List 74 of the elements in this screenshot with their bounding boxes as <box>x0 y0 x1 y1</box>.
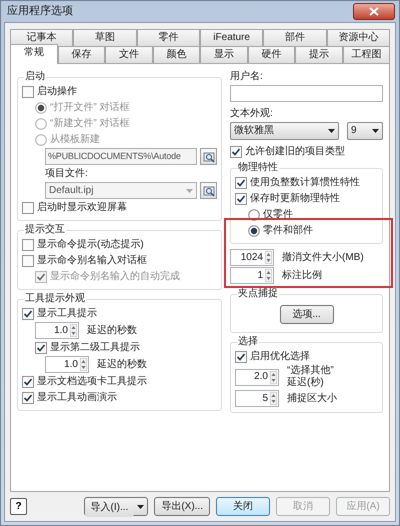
radio-button[interactable]: 零件和部件 <box>248 223 378 238</box>
tab[interactable]: 颜色 <box>152 46 200 63</box>
checkbox[interactable]: 显示文档选项卡工具提示 <box>22 374 217 389</box>
field-label: 项目文件: <box>45 166 89 180</box>
field-label: 文本外观: <box>230 106 274 120</box>
search-icon <box>202 150 214 162</box>
checkbox[interactable]: 显示命令别名输入对话框 <box>22 253 217 268</box>
checkbox[interactable]: 显示工具提示 <box>22 306 217 321</box>
spin-label: 标注比例 <box>282 270 322 282</box>
spin-field[interactable]: 5 <box>235 390 279 407</box>
radio-button[interactable]: 仅零件 <box>248 207 378 222</box>
caret-icon <box>328 129 335 133</box>
tab[interactable]: 保存 <box>58 46 105 63</box>
group-title: 选择 <box>237 336 259 348</box>
help-button[interactable]: ? <box>10 498 27 515</box>
group-title: 提示交互 <box>24 224 66 236</box>
checkbox[interactable]: 启用优化选择 <box>235 349 378 364</box>
tab[interactable]: 记事本 <box>10 29 74 46</box>
spin-label: 捕捉区大小 <box>287 392 337 404</box>
group-title: 夹点捕捉 <box>237 288 279 300</box>
group-title: 启动 <box>24 71 46 83</box>
spin-label: 延迟的秒数 <box>87 324 137 336</box>
tab[interactable]: 常规 <box>10 44 58 64</box>
caret-icon <box>137 504 144 508</box>
tab[interactable]: 硬件 <box>248 46 295 63</box>
spin-arrows-icon <box>265 269 272 282</box>
spin-arrows-icon <box>80 358 87 371</box>
checkbox[interactable]: 保存时更新物理特性 <box>235 191 378 206</box>
checkbox[interactable]: 使用负整数计算惯性特性 <box>235 175 378 190</box>
browse-button[interactable] <box>200 148 217 165</box>
caret-icon <box>186 188 193 192</box>
options-button[interactable]: 选项... <box>280 305 334 324</box>
window-title: 应用程序选项 <box>7 4 73 18</box>
tab[interactable]: 显示 <box>200 46 248 63</box>
checkbox[interactable]: 启动操作 <box>22 84 217 99</box>
spin-field[interactable]: 1 <box>230 267 274 284</box>
search-icon <box>202 184 214 196</box>
checkbox[interactable]: 显示命令提示(动态提示) <box>22 237 217 252</box>
tab[interactable]: 工程图 <box>342 46 390 63</box>
group-title: 工具提示外观 <box>24 293 86 305</box>
spin-label: 延迟(秒) <box>287 377 325 389</box>
checkbox[interactable]: 允许创建旧的项目类型 <box>230 144 383 159</box>
dialog-button[interactable]: 关闭 <box>216 497 270 516</box>
spin-field[interactable]: 1.0 <box>45 356 89 373</box>
dropdown[interactable]: 微软雅黑 <box>230 122 339 140</box>
spin-field[interactable]: 1024 <box>230 249 274 266</box>
field-label: 用户名: <box>230 70 264 84</box>
dropdown[interactable]: 9 <box>347 122 383 140</box>
checkbox[interactable]: 显示第二级工具提示 <box>35 340 217 355</box>
username-field[interactable] <box>230 85 383 102</box>
dialog-button[interactable]: 导出(X)... <box>154 497 210 516</box>
tab[interactable]: 零件 <box>136 29 200 46</box>
checkbox[interactable]: 启动时显示欢迎屏幕 <box>22 200 217 215</box>
close-icon <box>369 7 379 16</box>
checkbox[interactable]: 显示工具动画演示 <box>22 390 217 405</box>
spin-arrows-icon <box>70 324 77 337</box>
tab[interactable]: 资源中心 <box>326 29 390 46</box>
spin-arrows-icon <box>265 251 272 264</box>
spin-label: 延迟的秒数 <box>97 358 147 370</box>
group-title: 物理特性 <box>237 162 279 174</box>
close-button[interactable] <box>353 3 395 20</box>
spin-field[interactable]: 1.0 <box>35 322 79 339</box>
spin-arrows-icon <box>270 370 277 384</box>
tab[interactable]: 部件 <box>263 29 327 46</box>
spin-label: 撤消文件大小(MB) <box>282 252 364 264</box>
spin-field[interactable]: 2.0 <box>235 368 279 386</box>
tab[interactable]: iFeature <box>200 29 264 46</box>
tab[interactable]: 提示 <box>295 46 342 63</box>
caret-icon <box>372 129 379 133</box>
tab[interactable]: 文件 <box>105 46 152 63</box>
spin-label: “选择其他” <box>287 365 334 376</box>
tab[interactable]: 草图 <box>73 29 137 46</box>
spin-arrows-icon <box>270 392 277 405</box>
browse-button[interactable] <box>200 182 217 199</box>
